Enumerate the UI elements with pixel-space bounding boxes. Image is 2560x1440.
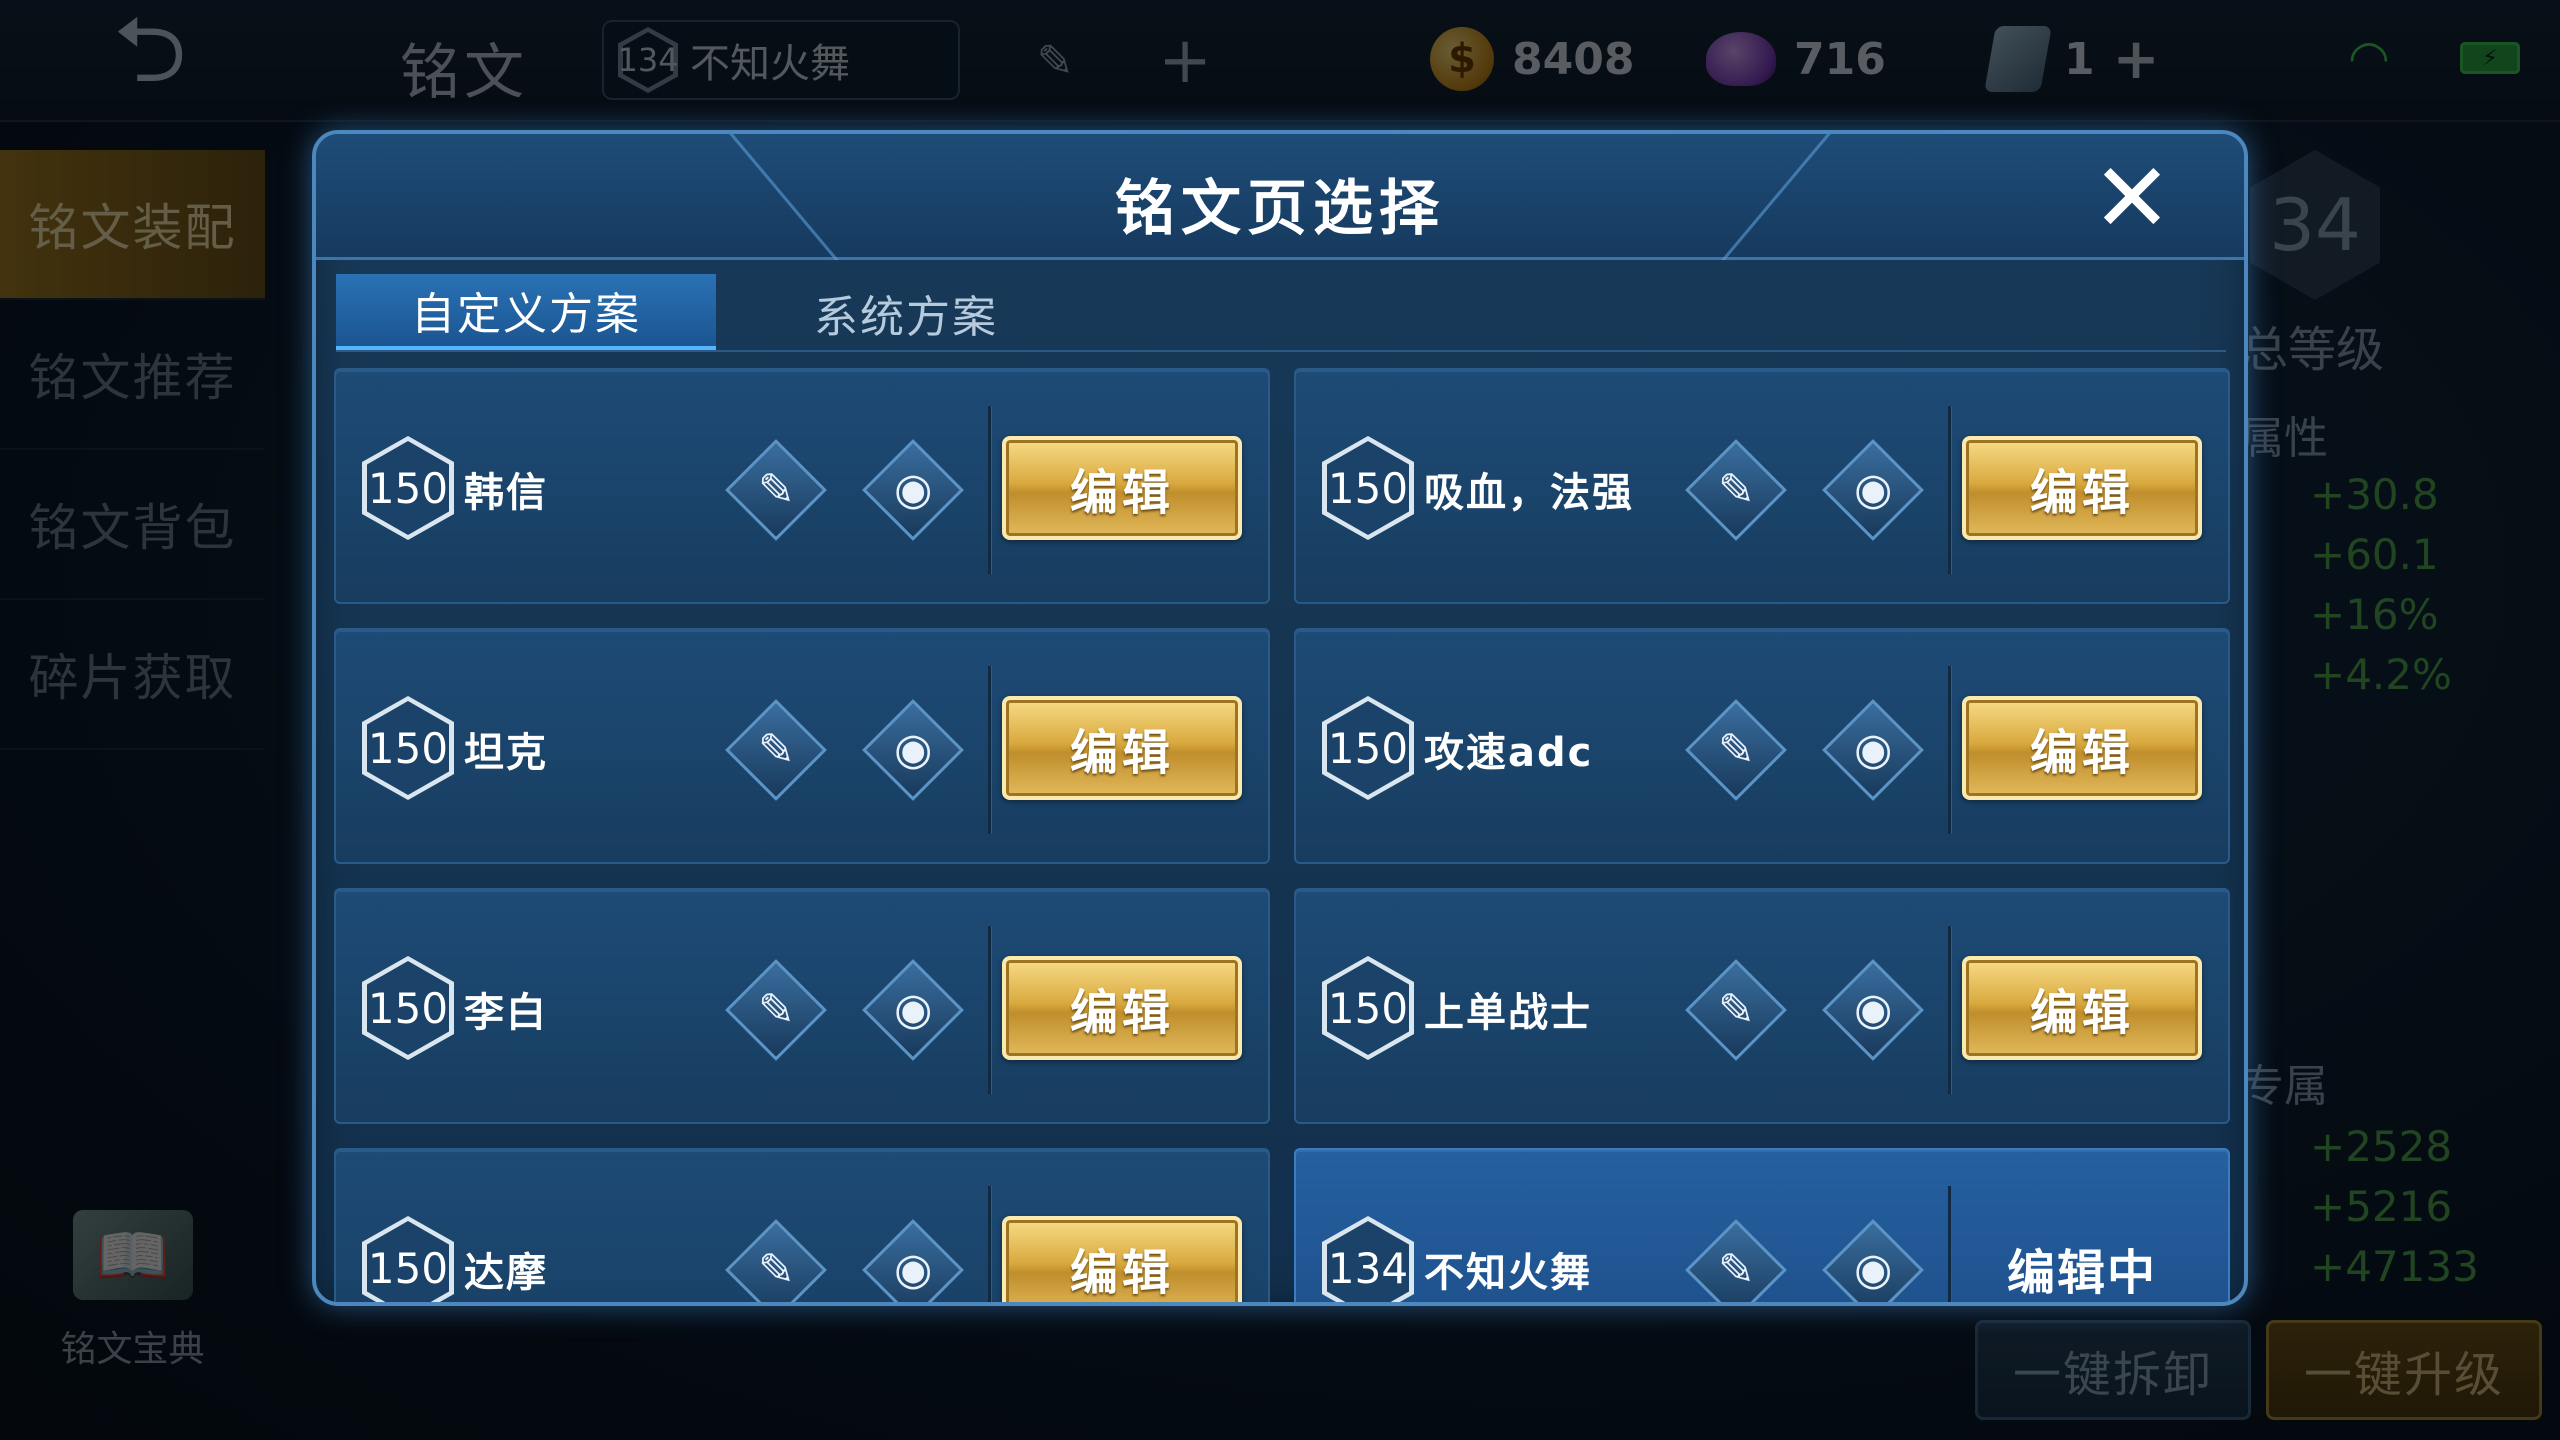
page-card[interactable]: 150 吸血，法强 ✎ ◉ 编辑 — [1294, 368, 2230, 604]
page-name: 韩信 — [464, 470, 548, 516]
close-icon: ✕ — [2091, 142, 2173, 254]
dialog-header: 铭文页选择 ✕ — [316, 134, 2244, 260]
eye-icon: ◉ — [1853, 984, 1893, 1035]
edit-button[interactable]: 编辑 — [1002, 956, 1242, 1060]
divider — [1948, 926, 1951, 1094]
rename-button[interactable]: ✎ — [1685, 439, 1787, 541]
preview-button[interactable]: ◉ — [862, 699, 964, 801]
page-card[interactable]: 150 达摩 ✎ ◉ 编辑 — [334, 1148, 1270, 1302]
pencil-icon: ✎ — [1717, 464, 1755, 515]
page-card[interactable]: 150 韩信 ✎ ◉ 编辑 — [334, 368, 1270, 604]
preview-button[interactable]: ◉ — [862, 959, 964, 1061]
preview-button[interactable]: ◉ — [1822, 699, 1924, 801]
tab-underline — [336, 350, 2226, 352]
edit-button[interactable]: 编辑 — [1962, 956, 2202, 1060]
eye-icon: ◉ — [1853, 1244, 1893, 1295]
page-card[interactable]: 150 坦克 ✎ ◉ 编辑 — [334, 628, 1270, 864]
rename-button[interactable]: ✎ — [1685, 1219, 1787, 1302]
rename-button[interactable]: ✎ — [725, 439, 827, 541]
rename-button[interactable]: ✎ — [1685, 959, 1787, 1061]
edit-button[interactable]: 编辑 — [1962, 436, 2202, 540]
page-name: 上单战士 — [1424, 990, 1592, 1036]
level-badge-icon: 150 — [362, 1216, 454, 1302]
edit-button[interactable]: 编辑 — [1962, 696, 2202, 800]
eye-icon: ◉ — [893, 464, 933, 515]
page-name: 攻速adc — [1424, 730, 1594, 776]
pencil-icon: ✎ — [757, 984, 795, 1035]
pencil-icon: ✎ — [757, 724, 795, 775]
page-card-current[interactable]: 134 不知火舞 ✎ ◉ 编辑中 — [1294, 1148, 2230, 1302]
page-name: 坦克 — [464, 730, 548, 776]
preview-button[interactable]: ◉ — [862, 439, 964, 541]
preview-button[interactable]: ◉ — [862, 1219, 964, 1302]
editing-status: 编辑中 — [2006, 1245, 2157, 1301]
divider — [1948, 406, 1951, 574]
rename-button[interactable]: ✎ — [725, 959, 827, 1061]
pencil-icon: ✎ — [1717, 984, 1755, 1035]
eye-icon: ◉ — [893, 724, 933, 775]
level-badge-icon: 150 — [1322, 696, 1414, 800]
divider — [988, 666, 991, 834]
edit-button[interactable]: 编辑 — [1002, 436, 1242, 540]
level-badge-icon: 134 — [1322, 1216, 1414, 1302]
rename-button[interactable]: ✎ — [725, 699, 827, 801]
page-select-dialog: 铭文页选择 ✕ 自定义方案 系统方案 150 韩信 ✎ ◉ 编辑 150 吸血，… — [312, 130, 2248, 1306]
tab-bar: 自定义方案 系统方案 — [336, 274, 1096, 352]
edit-button[interactable]: 编辑 — [1002, 1216, 1242, 1302]
level-badge-icon: 150 — [362, 696, 454, 800]
page-name: 不知火舞 — [1424, 1250, 1592, 1296]
eye-icon: ◉ — [893, 984, 933, 1035]
eye-icon: ◉ — [893, 1244, 933, 1295]
preview-button[interactable]: ◉ — [1822, 1219, 1924, 1302]
page-name: 达摩 — [464, 1250, 548, 1296]
divider — [988, 406, 991, 574]
pencil-icon: ✎ — [757, 1244, 795, 1295]
dialog-title: 铭文页选择 — [1115, 174, 1445, 244]
eye-icon: ◉ — [1853, 464, 1893, 515]
divider — [1948, 666, 1951, 834]
preview-button[interactable]: ◉ — [1822, 959, 1924, 1061]
page-name: 李白 — [464, 990, 548, 1036]
level-badge-icon: 150 — [1322, 956, 1414, 1060]
tab-system[interactable]: 系统方案 — [716, 274, 1096, 352]
preview-button[interactable]: ◉ — [1822, 439, 1924, 541]
rename-button[interactable]: ✎ — [1685, 699, 1787, 801]
rename-button[interactable]: ✎ — [725, 1219, 827, 1302]
edit-button[interactable]: 编辑 — [1002, 696, 1242, 800]
tab-custom[interactable]: 自定义方案 — [336, 274, 716, 352]
divider — [1948, 1186, 1951, 1302]
level-badge-icon: 150 — [362, 436, 454, 540]
page-card[interactable]: 150 上单战士 ✎ ◉ 编辑 — [1294, 888, 2230, 1124]
level-badge-icon: 150 — [1322, 436, 1414, 540]
close-button[interactable]: ✕ — [2090, 150, 2174, 246]
pencil-icon: ✎ — [1717, 1244, 1755, 1295]
page-list: 150 韩信 ✎ ◉ 编辑 150 吸血，法强 ✎ ◉ 编辑 150 坦克 ✎ … — [334, 368, 2230, 1302]
page-card[interactable]: 150 李白 ✎ ◉ 编辑 — [334, 888, 1270, 1124]
divider — [988, 1186, 991, 1302]
pencil-icon: ✎ — [757, 464, 795, 515]
eye-icon: ◉ — [1853, 724, 1893, 775]
pencil-icon: ✎ — [1717, 724, 1755, 775]
level-badge-icon: 150 — [362, 956, 454, 1060]
divider — [988, 926, 991, 1094]
page-name: 吸血，法强 — [1424, 470, 1634, 516]
page-card[interactable]: 150 攻速adc ✎ ◉ 编辑 — [1294, 628, 2230, 864]
